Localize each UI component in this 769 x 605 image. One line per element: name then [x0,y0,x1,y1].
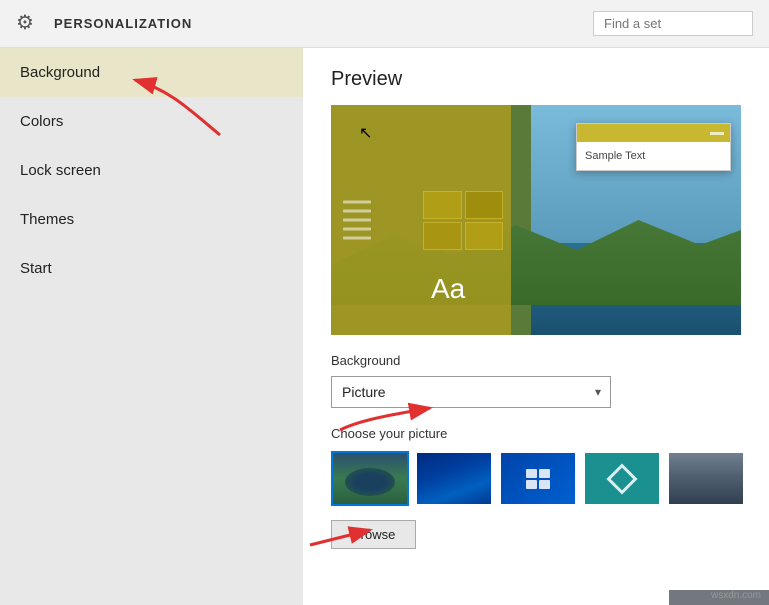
browse-button[interactable]: Browse [331,520,416,549]
preview-aa-text: Aa [431,273,465,305]
preview-line [343,228,371,231]
sidebar-item-start[interactable]: Start [0,244,303,293]
thumb-image-5 [669,453,743,504]
sidebar-item-colors[interactable]: Colors [0,97,303,146]
preview-window-body: Sample Text [577,142,730,170]
preview-line [343,219,371,222]
app-title: PERSONALIZATION [54,16,593,31]
picture-thumb-2[interactable] [415,451,493,506]
preview-cursor: ↖ [359,123,372,143]
preview-title: Preview [331,68,741,91]
sidebar-item-background[interactable]: Background [0,48,303,97]
search-input[interactable] [593,11,753,36]
preview-tile [423,191,462,219]
settings-icon: ⚙ [16,10,44,38]
picture-thumb-4[interactable] [583,451,661,506]
thumb-image-1 [333,453,407,504]
thumb-image-3 [501,453,575,504]
watermark: wsxdn.com [711,590,761,601]
thumb-image-2 [417,453,491,504]
picture-thumb-1[interactable] [331,451,409,506]
preview-tile [465,191,504,219]
picture-row [331,451,741,506]
preview-line [343,237,371,240]
preview-line [343,201,371,204]
preview-tiles [423,191,503,250]
sample-text: Sample Text [585,150,645,162]
sidebar-item-lock-screen[interactable]: Lock screen [0,146,303,195]
picture-thumb-5[interactable] [667,451,745,506]
background-label: Background [331,353,741,368]
preview-tile [423,222,462,250]
preview-line [343,210,371,213]
preview-taskbar: Aa [331,105,511,335]
preview-container: Aa ↖ Sample Text [331,105,741,335]
preview-window-titlebar [577,124,730,142]
sidebar: Background Colors Lock screen Themes Sta… [0,48,303,605]
windows-logo-icon [526,469,550,489]
preview-window-minimize [710,132,724,135]
main-layout: Background Colors Lock screen Themes Sta… [0,48,769,605]
background-dropdown[interactable]: Picture Solid color Slideshow [331,376,611,408]
preview-tile [465,222,504,250]
thumb-image-4 [585,453,659,504]
picture-thumb-3[interactable] [499,451,577,506]
sidebar-item-themes[interactable]: Themes [0,195,303,244]
preview-window: Sample Text [576,123,731,171]
content-area: Preview [303,48,769,605]
preview-lines [343,201,371,240]
choose-picture-label: Choose your picture [331,426,741,441]
diamond-icon [606,463,637,494]
background-dropdown-wrap: Picture Solid color Slideshow ▾ [331,376,611,408]
header: ⚙ PERSONALIZATION [0,0,769,48]
